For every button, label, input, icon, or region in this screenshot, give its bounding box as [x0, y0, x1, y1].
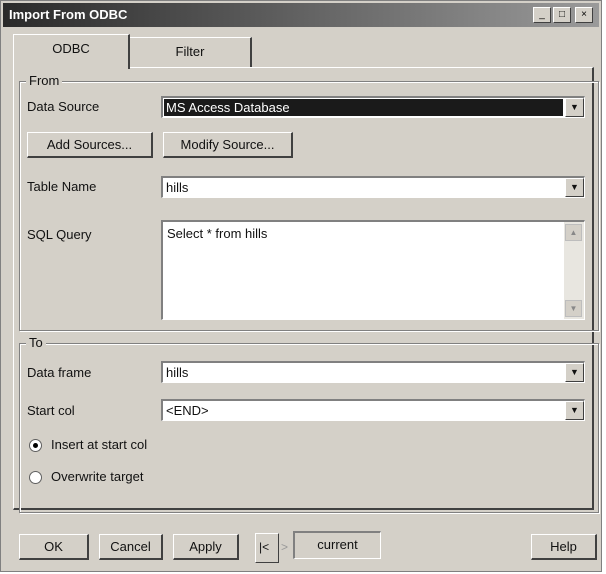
sql-query-textarea[interactable]: Select * from hills ▲ ▼ — [161, 220, 585, 320]
from-legend: From — [26, 73, 63, 88]
sql-scrollbar[interactable]: ▲ ▼ — [564, 222, 584, 319]
sql-query-label: SQL Query — [27, 227, 92, 242]
table-name-label: Table Name — [27, 179, 97, 194]
insert-label: Insert at start col — [51, 437, 148, 452]
data-source-label: Data Source — [27, 99, 100, 114]
cancel-button[interactable]: Cancel — [99, 534, 163, 560]
sql-query-value: Select * from hills — [167, 226, 268, 241]
to-legend: To — [26, 335, 46, 350]
title-bar: Import From ODBC _ □ × — [3, 3, 599, 27]
start-col-value: <END> — [166, 403, 209, 418]
insert-radio[interactable] — [29, 439, 42, 452]
chevron-down-icon[interactable]: ▼ — [565, 98, 584, 117]
ok-button[interactable]: OK — [19, 534, 89, 560]
overwrite-label: Overwrite target — [51, 469, 144, 484]
modify-source-button[interactable]: Modify Source... — [163, 132, 293, 158]
data-source-select[interactable]: MS Access Database ▼ — [161, 96, 585, 118]
help-button[interactable]: Help — [531, 534, 597, 560]
table-name-select[interactable]: hills ▼ — [161, 176, 585, 198]
close-button[interactable]: × — [575, 7, 593, 23]
chevron-down-icon[interactable]: ▼ — [565, 178, 584, 197]
import-odbc-dialog: Import From ODBC _ □ × ODBC Filter From … — [0, 0, 602, 572]
add-sources-button[interactable]: Add Sources... — [27, 132, 153, 158]
nav-first-button[interactable]: |< — [255, 533, 279, 563]
data-frame-label: Data frame — [27, 365, 92, 380]
data-source-highlight: MS Access Database — [164, 99, 563, 116]
window-title: Import From ODBC — [9, 7, 128, 22]
nav-first-icon: |< — [259, 540, 270, 554]
table-name-value: hills — [166, 180, 189, 195]
minimize-button[interactable]: _ — [533, 7, 551, 23]
data-frame-value: hills — [166, 365, 189, 380]
nav-next-icon[interactable]: > — [281, 540, 288, 554]
apply-button[interactable]: Apply — [173, 534, 239, 560]
tab-filter[interactable]: Filter — [129, 37, 252, 68]
data-source-value: MS Access Database — [166, 100, 290, 115]
maximize-button[interactable]: □ — [553, 7, 571, 23]
radio-selected-dot — [33, 443, 38, 448]
current-field[interactable]: current — [293, 531, 381, 559]
scroll-up-icon[interactable]: ▲ — [565, 224, 582, 241]
start-col-label: Start col — [27, 403, 75, 418]
tab-odbc[interactable]: ODBC — [13, 34, 130, 69]
chevron-down-icon[interactable]: ▼ — [565, 363, 584, 382]
scroll-down-icon[interactable]: ▼ — [565, 300, 582, 317]
overwrite-radio[interactable] — [29, 471, 42, 484]
data-frame-select[interactable]: hills ▼ — [161, 361, 585, 383]
chevron-down-icon[interactable]: ▼ — [565, 401, 584, 420]
start-col-select[interactable]: <END> ▼ — [161, 399, 585, 421]
